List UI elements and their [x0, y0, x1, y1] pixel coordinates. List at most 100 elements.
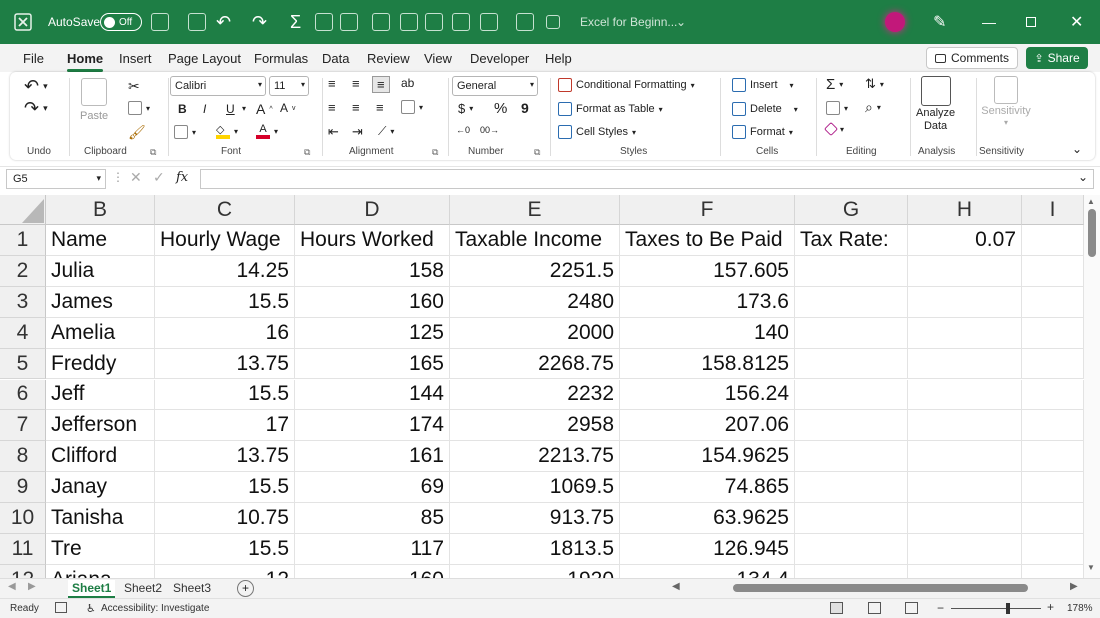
cell-h6[interactable]	[908, 379, 1022, 411]
cell-f11[interactable]: 126.945	[620, 534, 795, 565]
autosave-toggle[interactable]: Off	[100, 0, 142, 44]
cell-g2[interactable]	[795, 255, 908, 287]
autosum-button[interactable]: Σ ▾	[826, 76, 843, 93]
shapes-icon[interactable]	[480, 0, 498, 44]
cell-b10[interactable]: Tanisha	[46, 503, 155, 534]
cell-f7[interactable]: 207.06	[620, 410, 795, 442]
cell-c10[interactable]: 10.75	[155, 503, 295, 534]
scroll-right-icon[interactable]: ▶	[1070, 581, 1078, 592]
cell-c8[interactable]: 13.75	[155, 441, 295, 473]
increase-font-icon[interactable]: A ^	[256, 101, 273, 117]
row-header-9[interactable]: 9	[0, 472, 46, 504]
cell-h7[interactable]	[908, 410, 1022, 442]
align-left-icon[interactable]: ≡	[328, 100, 336, 115]
underline-dropdown-icon[interactable]: ▾	[242, 104, 246, 113]
decrease-decimal-icon[interactable]: 00→	[480, 125, 499, 135]
cell-i5[interactable]	[1022, 348, 1084, 380]
save-icon[interactable]	[188, 0, 206, 44]
cell-e3[interactable]: 2480	[450, 286, 620, 318]
macro-icon[interactable]	[55, 602, 67, 613]
cell-e8[interactable]: 2213.75	[450, 441, 620, 473]
row-header-3[interactable]: 3	[0, 286, 46, 318]
cell-g11[interactable]	[795, 534, 908, 565]
cell-f10[interactable]: 63.9625	[620, 503, 795, 534]
enter-icon[interactable]: ✓	[153, 169, 165, 186]
cell-c7[interactable]: 17	[155, 410, 295, 442]
column-header-d[interactable]: D	[295, 195, 450, 225]
format-painter-icon[interactable]: 🖌	[128, 124, 146, 141]
column-header-h[interactable]: H	[908, 195, 1022, 225]
cancel-icon[interactable]: ✕	[130, 169, 142, 186]
comma-button[interactable]: 9	[521, 100, 529, 116]
page-break-view-icon[interactable]	[905, 602, 918, 614]
cell-h3[interactable]	[908, 286, 1022, 318]
format-as-table-button[interactable]: Format as Table ▾	[558, 102, 663, 116]
name-box[interactable]: G5 ▾	[6, 169, 106, 189]
collapse-ribbon-icon[interactable]: ⌄	[1072, 142, 1082, 156]
cell-h9[interactable]	[908, 472, 1022, 504]
cell-h10[interactable]	[908, 503, 1022, 534]
tab-home[interactable]: Home	[67, 51, 104, 72]
select-all-corner[interactable]	[0, 195, 46, 225]
cell-h1[interactable]: 0.07	[908, 225, 1022, 256]
cell-e4[interactable]: 2000	[450, 317, 620, 349]
cell-d4[interactable]: 125	[295, 317, 450, 349]
scroll-down-icon[interactable]: ▼	[1087, 563, 1095, 572]
cell-b11[interactable]: Tre	[46, 534, 155, 565]
font-color-icon[interactable]: A ▾	[256, 123, 278, 139]
cell-h5[interactable]	[908, 348, 1022, 380]
cell-d1[interactable]: Hours Worked	[295, 225, 450, 256]
decrease-indent-icon[interactable]: ⇤	[328, 124, 339, 140]
tab-view[interactable]: View	[424, 51, 452, 66]
minimize-icon[interactable]: —	[982, 0, 996, 44]
cell-f12[interactable]: 134.4	[620, 564, 795, 578]
align-bottom-icon[interactable]: ≡	[372, 76, 390, 93]
align-right-icon[interactable]: ≡	[376, 100, 384, 115]
tab-insert[interactable]: Insert	[119, 51, 152, 66]
cell-c1[interactable]: Hourly Wage	[155, 225, 295, 256]
share-button[interactable]: ⇪ Share	[1026, 47, 1088, 69]
column-header-g[interactable]: G	[795, 195, 908, 225]
cell-i8[interactable]	[1022, 441, 1084, 473]
cell-i6[interactable]	[1022, 379, 1084, 411]
orientation-icon[interactable]: ⟋ ▾	[378, 124, 394, 139]
conditional-formatting-button[interactable]: Conditional Formatting ▾	[558, 78, 695, 92]
horizontal-scroll-thumb[interactable]	[733, 584, 1028, 592]
cell-i1[interactable]	[1022, 225, 1084, 256]
insert-function-icon[interactable]: fx	[176, 170, 188, 185]
cell-b5[interactable]: Freddy	[46, 348, 155, 380]
clipboard-launcher-icon[interactable]: ⧉	[150, 147, 156, 158]
cell-e12[interactable]: 1920	[450, 564, 620, 578]
cell-d3[interactable]: 160	[295, 286, 450, 318]
cell-g1[interactable]: Tax Rate:	[795, 225, 908, 256]
insert-cells-button[interactable]: Insert ▾	[732, 78, 794, 92]
cell-g5[interactable]	[795, 348, 908, 380]
formula-input[interactable]	[200, 169, 1094, 189]
customize-icon[interactable]	[546, 0, 560, 44]
chevron-down-icon[interactable]: ⌄	[676, 0, 686, 44]
bold-button[interactable]: B	[178, 102, 187, 116]
cell-i2[interactable]	[1022, 255, 1084, 287]
font-launcher-icon[interactable]: ⧉	[304, 147, 310, 158]
cell-d6[interactable]: 144	[295, 379, 450, 411]
folder-icon[interactable]	[340, 0, 358, 44]
fill-color-icon[interactable]: ◇ ▾	[216, 123, 238, 139]
tab-page-layout[interactable]: Page Layout	[168, 51, 241, 66]
zoom-slider[interactable]	[951, 603, 1041, 614]
sheet-tab-2[interactable]: Sheet2	[120, 580, 166, 598]
align-top-icon[interactable]: ≡	[328, 76, 336, 91]
cell-g6[interactable]	[795, 379, 908, 411]
tab-review[interactable]: Review	[367, 51, 410, 66]
paste-button[interactable]: Paste	[80, 78, 108, 122]
restore-icon[interactable]	[1026, 0, 1036, 44]
borders-icon[interactable]: ▾	[174, 125, 196, 139]
cell-e9[interactable]: 1069.5	[450, 472, 620, 504]
vertical-scrollbar[interactable]: ▲ ▼	[1084, 195, 1100, 578]
zoom-out-icon[interactable]: −	[937, 601, 944, 615]
cell-h12[interactable]	[908, 564, 1022, 578]
cell-g3[interactable]	[795, 286, 908, 318]
sheet-tab-3[interactable]: Sheet3	[169, 580, 215, 598]
cell-d2[interactable]: 158	[295, 255, 450, 287]
row-header-5[interactable]: 5	[0, 348, 46, 380]
column-header-c[interactable]: C	[155, 195, 295, 225]
